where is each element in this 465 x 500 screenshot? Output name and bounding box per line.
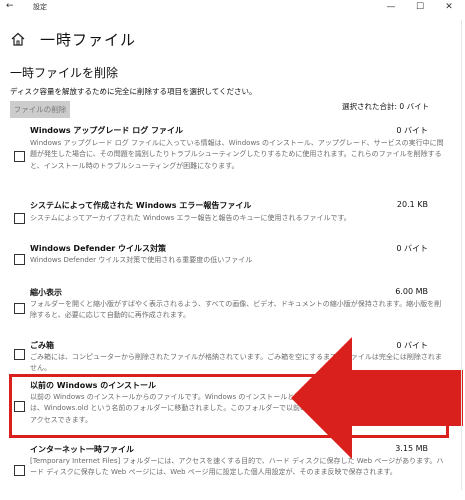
close-button[interactable]: ✕ — [435, 0, 463, 14]
item-description: Windows アップグレード ログ ファイルに入っている情報は、Windows… — [30, 139, 444, 170]
item-description: ごみ箱には、コンピューターから削除されたファイルが格納されています。ごみ箱を空に… — [30, 353, 442, 373]
item-description: Windows Defender ウイルス対策で使用される重要度の低いファイル — [30, 256, 253, 264]
home-icon[interactable] — [10, 31, 26, 47]
back-arrow-icon[interactable]: ← — [6, 1, 14, 11]
highlight-box — [9, 374, 449, 438]
item-name: Windows Defender ウイルス対策 — [30, 244, 166, 253]
item-description: [Temporary Internet Files] フォルダーには、アクセスを… — [30, 457, 444, 477]
item-size: 0 バイト — [396, 341, 428, 350]
item-description: システムによってアーカイブされた Windows エラー報告と報告のキューに使用… — [30, 214, 351, 222]
item-size: 3.15 MB — [395, 444, 428, 453]
item-size: 0 バイト — [396, 126, 428, 135]
item-size: 6.00 MB — [395, 287, 428, 296]
list-item: ごみ箱 0 バイト ごみ箱には、コンピューターから削除されたファイルが格納されて… — [12, 340, 448, 374]
list-item: 縮小表示 6.00 MB フォルダーを開くと縮小版がすばやく表示されるよう、すべ… — [12, 287, 448, 331]
list-item: インターネット一時ファイル 3.15 MB [Temporary Interne… — [12, 444, 448, 496]
item-name: 縮小表示 — [30, 288, 62, 297]
title-bar: ← 設定 — ☐ ✕ — [0, 0, 465, 14]
scrollbar[interactable] — [461, 20, 462, 490]
item-name: ごみ箱 — [30, 341, 54, 350]
item-name: Windows アップグレード ログ ファイル — [30, 126, 183, 135]
item-checkbox[interactable] — [14, 303, 25, 314]
item-checkbox[interactable] — [14, 254, 25, 265]
item-checkbox[interactable] — [14, 465, 25, 476]
maximize-button[interactable]: ☐ — [406, 0, 434, 14]
page-description: ディスク容量を解放するために完全に削除する項目を選択してください。 — [10, 87, 257, 96]
item-checkbox[interactable] — [14, 213, 25, 224]
item-name: インターネット一時ファイル — [30, 445, 134, 454]
remove-files-button[interactable]: ファイルの削除 — [10, 101, 70, 118]
section-title: 一時ファイルを削除 — [10, 66, 119, 80]
item-checkbox[interactable] — [14, 349, 25, 360]
page-title: 一時ファイル — [40, 30, 137, 49]
total-selected: 選択された合計: 0 バイト — [342, 102, 430, 111]
item-description: フォルダーを開くと縮小版がすばやく表示されるよう、すべての画像、ビデオ、ドキュメ… — [30, 300, 442, 320]
page-header: 一時ファイル — [10, 28, 136, 50]
list-item: Windows アップグレード ログ ファイル 0 バイト Windows アッ… — [12, 125, 448, 185]
item-name: システムによって作成された Windows エラー報告ファイル — [30, 201, 252, 210]
item-size: 20.1 KB — [396, 200, 428, 209]
item-checkbox[interactable] — [14, 151, 25, 162]
window-title: 設定 — [33, 3, 47, 11]
item-size: 0 バイト — [396, 244, 428, 253]
minimize-button[interactable]: — — [377, 0, 405, 14]
list-item: Windows Defender ウイルス対策 0 バイト Windows De… — [12, 243, 448, 269]
list-item: システムによって作成された Windows エラー報告ファイル 20.1 KB … — [12, 200, 448, 234]
